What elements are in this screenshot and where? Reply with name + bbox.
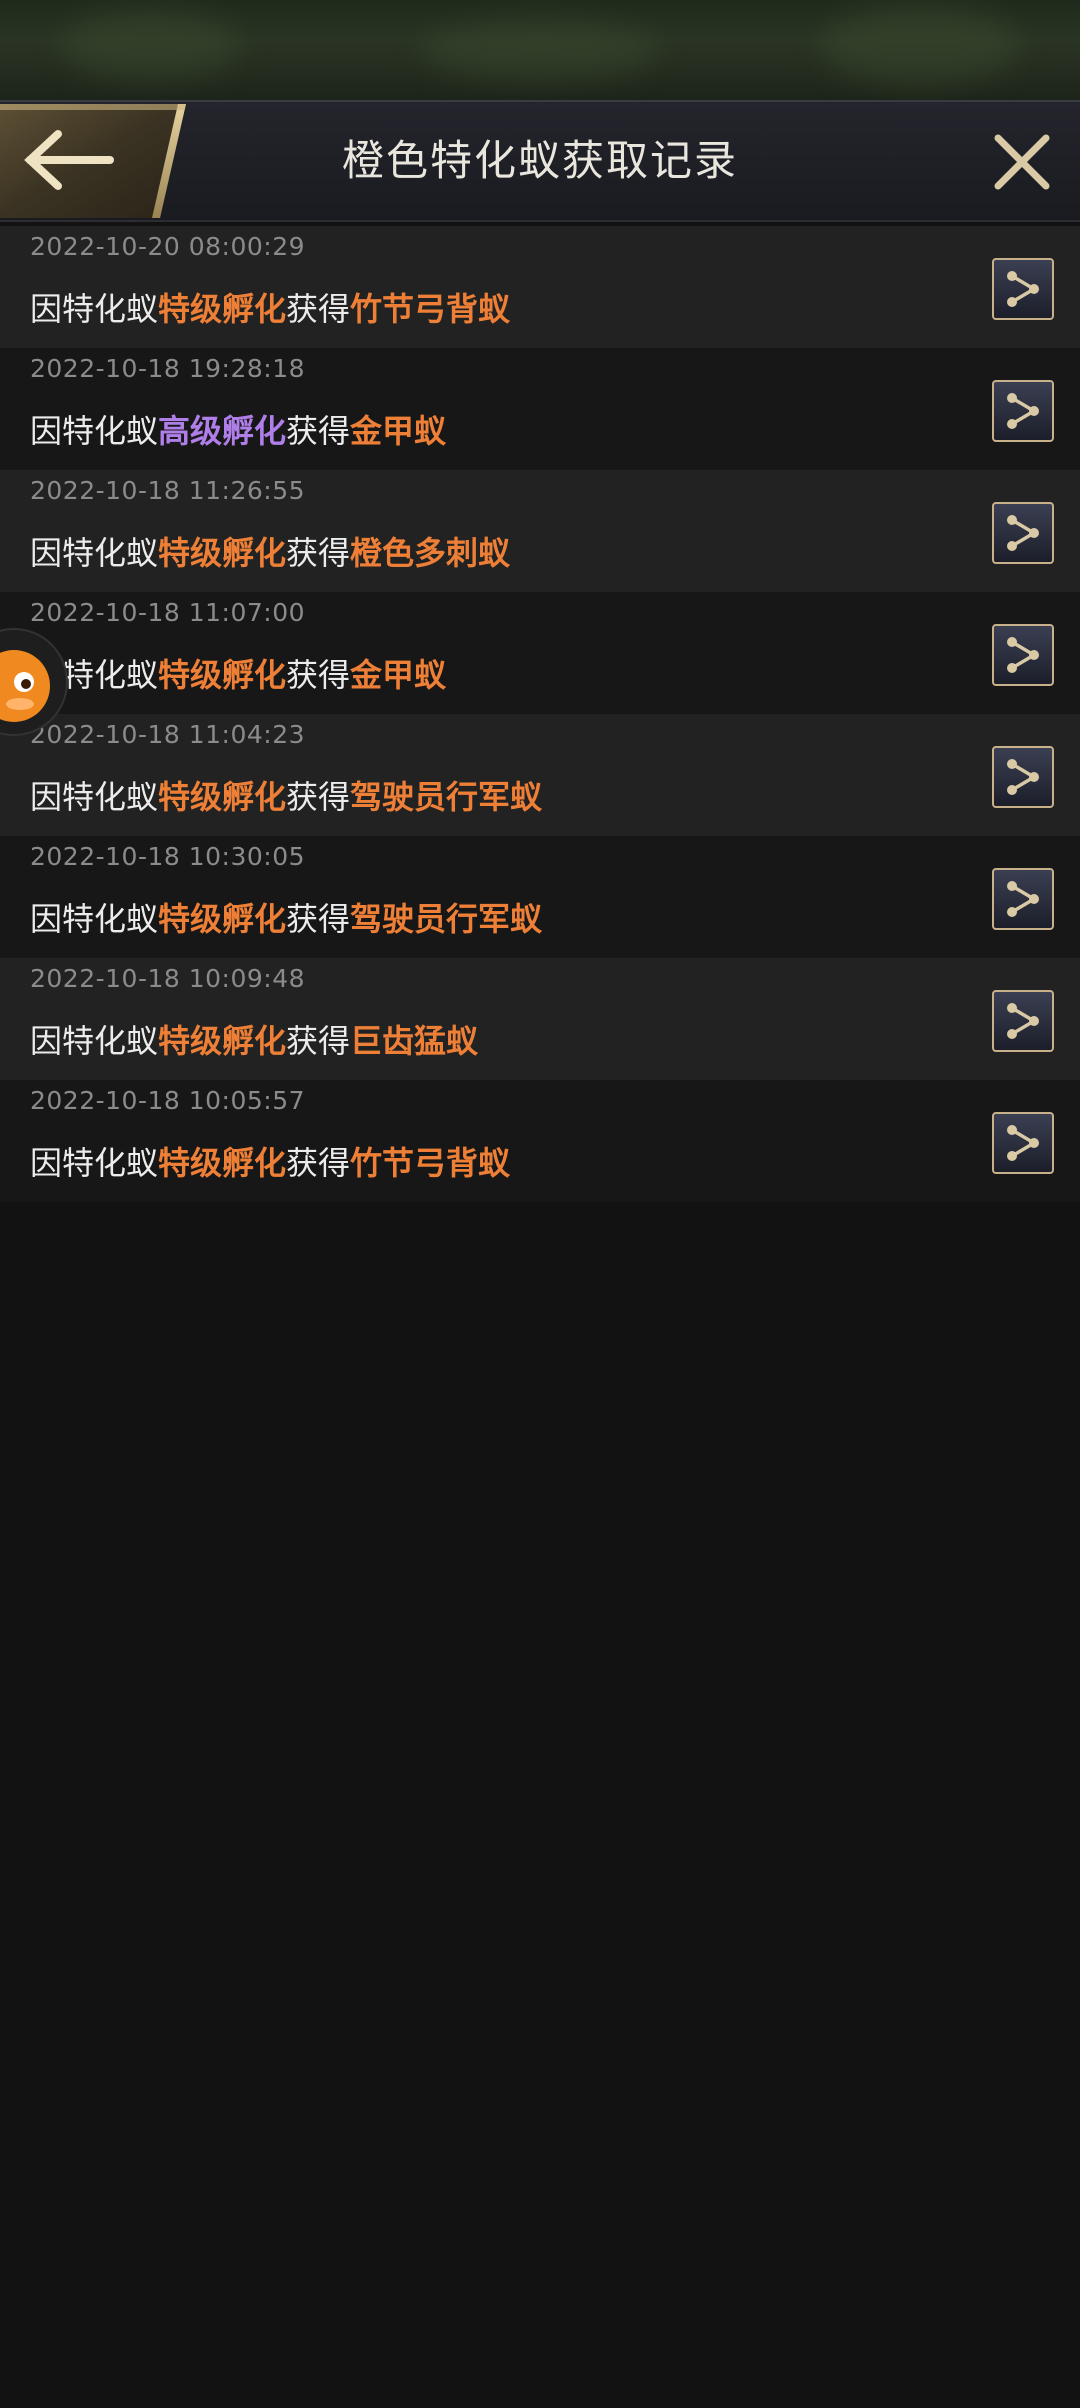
record-item: 金甲蚁	[350, 412, 447, 450]
record-method: 特级孵化	[158, 900, 287, 938]
record-row: 2022-10-18 19:28:18 因特化蚁高级孵化获得金甲蚁	[0, 348, 1080, 470]
share-icon	[1007, 393, 1039, 429]
record-item: 竹节弓背蚁	[350, 290, 511, 328]
record-timestamp: 2022-10-18 11:04:23	[30, 720, 306, 749]
record-row: 2022-10-18 11:07:00 因特化蚁特级孵化获得金甲蚁	[0, 592, 1080, 714]
record-item: 橙色多刺蚁	[350, 534, 511, 572]
record-connector: 获得	[286, 778, 351, 816]
record-method: 特级孵化	[158, 1144, 287, 1182]
share-button[interactable]	[992, 1112, 1054, 1174]
record-row: 2022-10-20 08:00:29 因特化蚁特级孵化获得竹节弓背蚁	[0, 226, 1080, 348]
share-button[interactable]	[992, 258, 1054, 320]
share-icon	[1007, 759, 1039, 795]
record-row: 2022-10-18 11:04:23 因特化蚁特级孵化获得驾驶员行军蚁	[0, 714, 1080, 836]
record-row: 2022-10-18 10:30:05 因特化蚁特级孵化获得驾驶员行军蚁	[0, 836, 1080, 958]
record-connector: 获得	[286, 290, 351, 328]
record-item: 巨齿猛蚁	[350, 1022, 479, 1060]
record-connector: 获得	[286, 900, 351, 938]
record-message: 因特化蚁特级孵化获得竹节弓背蚁	[30, 1138, 510, 1184]
record-connector: 获得	[286, 656, 351, 694]
share-icon	[1007, 271, 1039, 307]
close-button[interactable]	[992, 132, 1052, 192]
share-button[interactable]	[992, 502, 1054, 564]
record-method: 特级孵化	[158, 778, 287, 816]
record-message: 因特化蚁特级孵化获得金甲蚁	[30, 650, 446, 696]
record-message: 因特化蚁特级孵化获得巨齿猛蚁	[30, 1016, 478, 1062]
record-item: 驾驶员行军蚁	[350, 778, 543, 816]
record-timestamp: 2022-10-18 19:28:18	[30, 354, 306, 383]
record-item: 竹节弓背蚁	[350, 1144, 511, 1182]
share-icon	[1007, 881, 1039, 917]
record-method: 特级孵化	[158, 290, 287, 328]
page-title: 橙色特化蚁获取记录	[341, 136, 738, 185]
share-icon	[1007, 1003, 1039, 1039]
record-message: 因特化蚁特级孵化获得驾驶员行军蚁	[30, 772, 542, 818]
record-connector: 获得	[286, 1022, 351, 1060]
share-icon	[1007, 1125, 1039, 1161]
share-icon	[1007, 637, 1039, 673]
record-timestamp: 2022-10-18 10:09:48	[30, 964, 306, 993]
record-row: 2022-10-18 10:09:48 因特化蚁特级孵化获得巨齿猛蚁	[0, 958, 1080, 1080]
share-button[interactable]	[992, 746, 1054, 808]
share-button[interactable]	[992, 624, 1054, 686]
record-prefix: 因特化蚁	[30, 778, 159, 816]
record-timestamp: 2022-10-18 10:05:57	[30, 1086, 306, 1115]
record-connector: 获得	[286, 534, 351, 572]
record-method: 特级孵化	[158, 656, 287, 694]
record-timestamp: 2022-10-18 11:26:55	[30, 476, 306, 505]
record-message: 因特化蚁特级孵化获得竹节弓背蚁	[30, 284, 510, 330]
record-connector: 获得	[286, 412, 351, 450]
record-prefix: 因特化蚁	[30, 1022, 159, 1060]
record-prefix: 因特化蚁	[30, 412, 159, 450]
share-button[interactable]	[992, 868, 1054, 930]
record-item: 驾驶员行军蚁	[350, 900, 543, 938]
record-method: 高级孵化	[158, 412, 287, 450]
share-icon	[1007, 515, 1039, 551]
record-item: 金甲蚁	[350, 656, 447, 694]
record-timestamp: 2022-10-18 10:30:05	[30, 842, 306, 871]
record-method: 特级孵化	[158, 534, 287, 572]
record-message: 因特化蚁高级孵化获得金甲蚁	[30, 406, 446, 452]
record-prefix: 因特化蚁	[30, 1144, 159, 1182]
background-scenery	[0, 0, 1080, 104]
close-icon	[994, 134, 1050, 190]
back-button[interactable]	[0, 102, 190, 220]
record-row: 2022-10-18 10:05:57 因特化蚁特级孵化获得竹节弓背蚁	[0, 1080, 1080, 1202]
record-prefix: 因特化蚁	[30, 290, 159, 328]
record-prefix: 因特化蚁	[30, 900, 159, 938]
record-timestamp: 2022-10-18 11:07:00	[30, 598, 306, 627]
record-prefix: 因特化蚁	[30, 534, 159, 572]
record-message: 因特化蚁特级孵化获得驾驶员行军蚁	[30, 894, 542, 940]
back-arrow-icon	[0, 104, 186, 218]
record-message: 因特化蚁特级孵化获得橙色多刺蚁	[30, 528, 510, 574]
record-connector: 获得	[286, 1144, 351, 1182]
record-timestamp: 2022-10-20 08:00:29	[30, 232, 306, 261]
header-bar: 橙色特化蚁获取记录	[0, 100, 1080, 222]
share-button[interactable]	[992, 380, 1054, 442]
share-button[interactable]	[992, 990, 1054, 1052]
record-list: 2022-10-20 08:00:29 因特化蚁特级孵化获得竹节弓背蚁 2022-1…	[0, 226, 1080, 1202]
record-row: 2022-10-18 11:26:55 因特化蚁特级孵化获得橙色多刺蚁	[0, 470, 1080, 592]
record-method: 特级孵化	[158, 1022, 287, 1060]
